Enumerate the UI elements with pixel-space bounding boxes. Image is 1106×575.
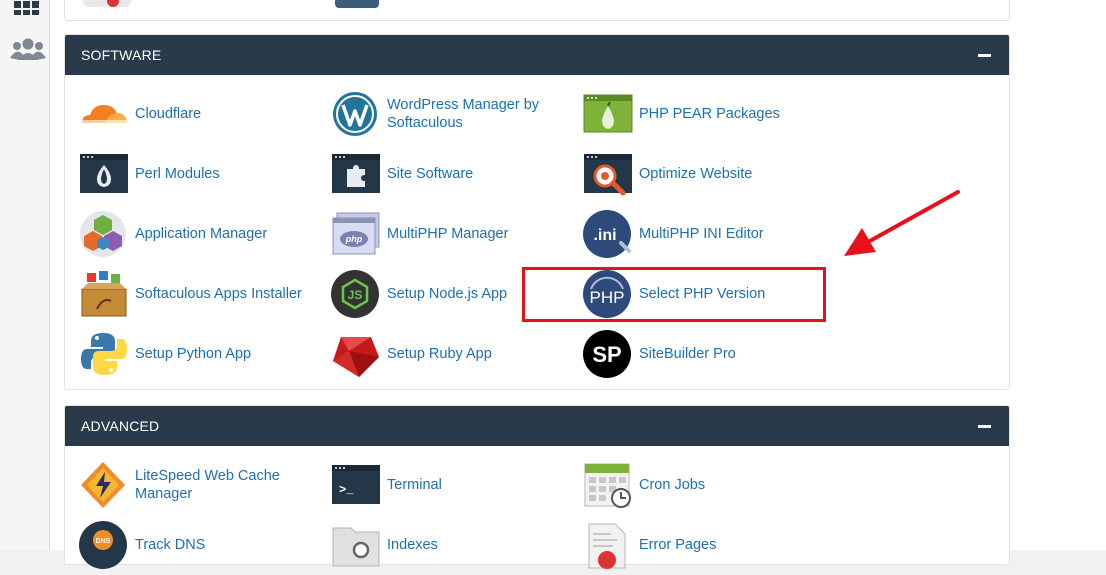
cron-jobs-icon [583,460,633,510]
sitebuilder-icon: SP [583,329,633,379]
grid-icon[interactable] [10,0,44,20]
software-item-label: Cloudflare [135,106,202,122]
php-pear-icon [583,89,633,139]
highlight-box [522,267,826,322]
software-item-label: Application Manager [135,226,268,242]
site-software-icon [331,149,381,199]
multiphp-ini-icon: .ini [583,209,633,259]
software-panel-title: SOFTWARE [81,47,162,63]
optimize-website-icon [583,149,633,199]
pointer-arrow-icon [844,190,960,256]
prompt-text: >_ [339,483,354,497]
advanced-panel: ADVANCED LiteSpeed Web Cache Manager >_ [64,405,1010,569]
software-item-label: PHP PEAR Packages [639,106,780,122]
collapse-icon[interactable] [978,425,991,428]
software-panel-header[interactable]: SOFTWARE [65,35,1009,75]
advanced-item-label: Terminal [387,477,442,493]
software-item-label: Setup Ruby App [387,346,492,362]
advanced-item-label: LiteSpeed Web Cache Manager [135,468,280,502]
softaculous-icon [79,269,129,319]
cloudflare-icon [79,89,129,139]
software-item-label: Perl Modules [135,166,220,182]
js-text: JS [348,288,363,302]
software-item-label: Softaculous Apps Installer [135,286,302,302]
multiphp-manager-icon: php [331,209,381,259]
collapse-icon[interactable] [978,54,991,57]
php-text: php [345,234,363,244]
software-item-label: Setup Python App [135,346,252,362]
software-item-label: Site Software [387,166,474,182]
advanced-item-label: Indexes [387,537,438,553]
users-icon[interactable] [10,36,46,62]
sp-text: SP [592,342,621,367]
ruby-icon [331,329,381,379]
advanced-panel-title: ADVANCED [81,418,160,434]
software-item-label: MultiPHP Manager [387,226,509,242]
dns-text: DNS [96,538,111,545]
track-dns-icon: DNS [79,520,129,570]
left-sidebar [0,0,50,550]
application-manager-icon [79,209,129,259]
advanced-panel-header[interactable]: ADVANCED [65,406,1009,446]
software-item-label: SiteBuilder Pro [639,346,736,362]
indexes-icon [331,520,381,570]
terminal-icon: >_ [331,460,381,510]
advanced-item-label: Track DNS [135,537,206,553]
nodejs-icon: JS [331,269,381,319]
advanced-item-label: Cron Jobs [639,477,706,493]
litespeed-icon [79,460,129,510]
python-icon [79,329,129,379]
ini-text: .ini [593,227,616,244]
previous-panel-bottom [64,0,1010,21]
advanced-item-label: Error Pages [639,537,717,553]
wordpress-icon [331,89,381,139]
software-item-label: MultiPHP INI Editor [639,226,764,242]
perl-icon [79,149,129,199]
software-item-label: Optimize Website [639,166,753,182]
software-item-label: WordPress Manager by Softaculous [387,97,540,131]
error-pages-icon [583,520,633,570]
